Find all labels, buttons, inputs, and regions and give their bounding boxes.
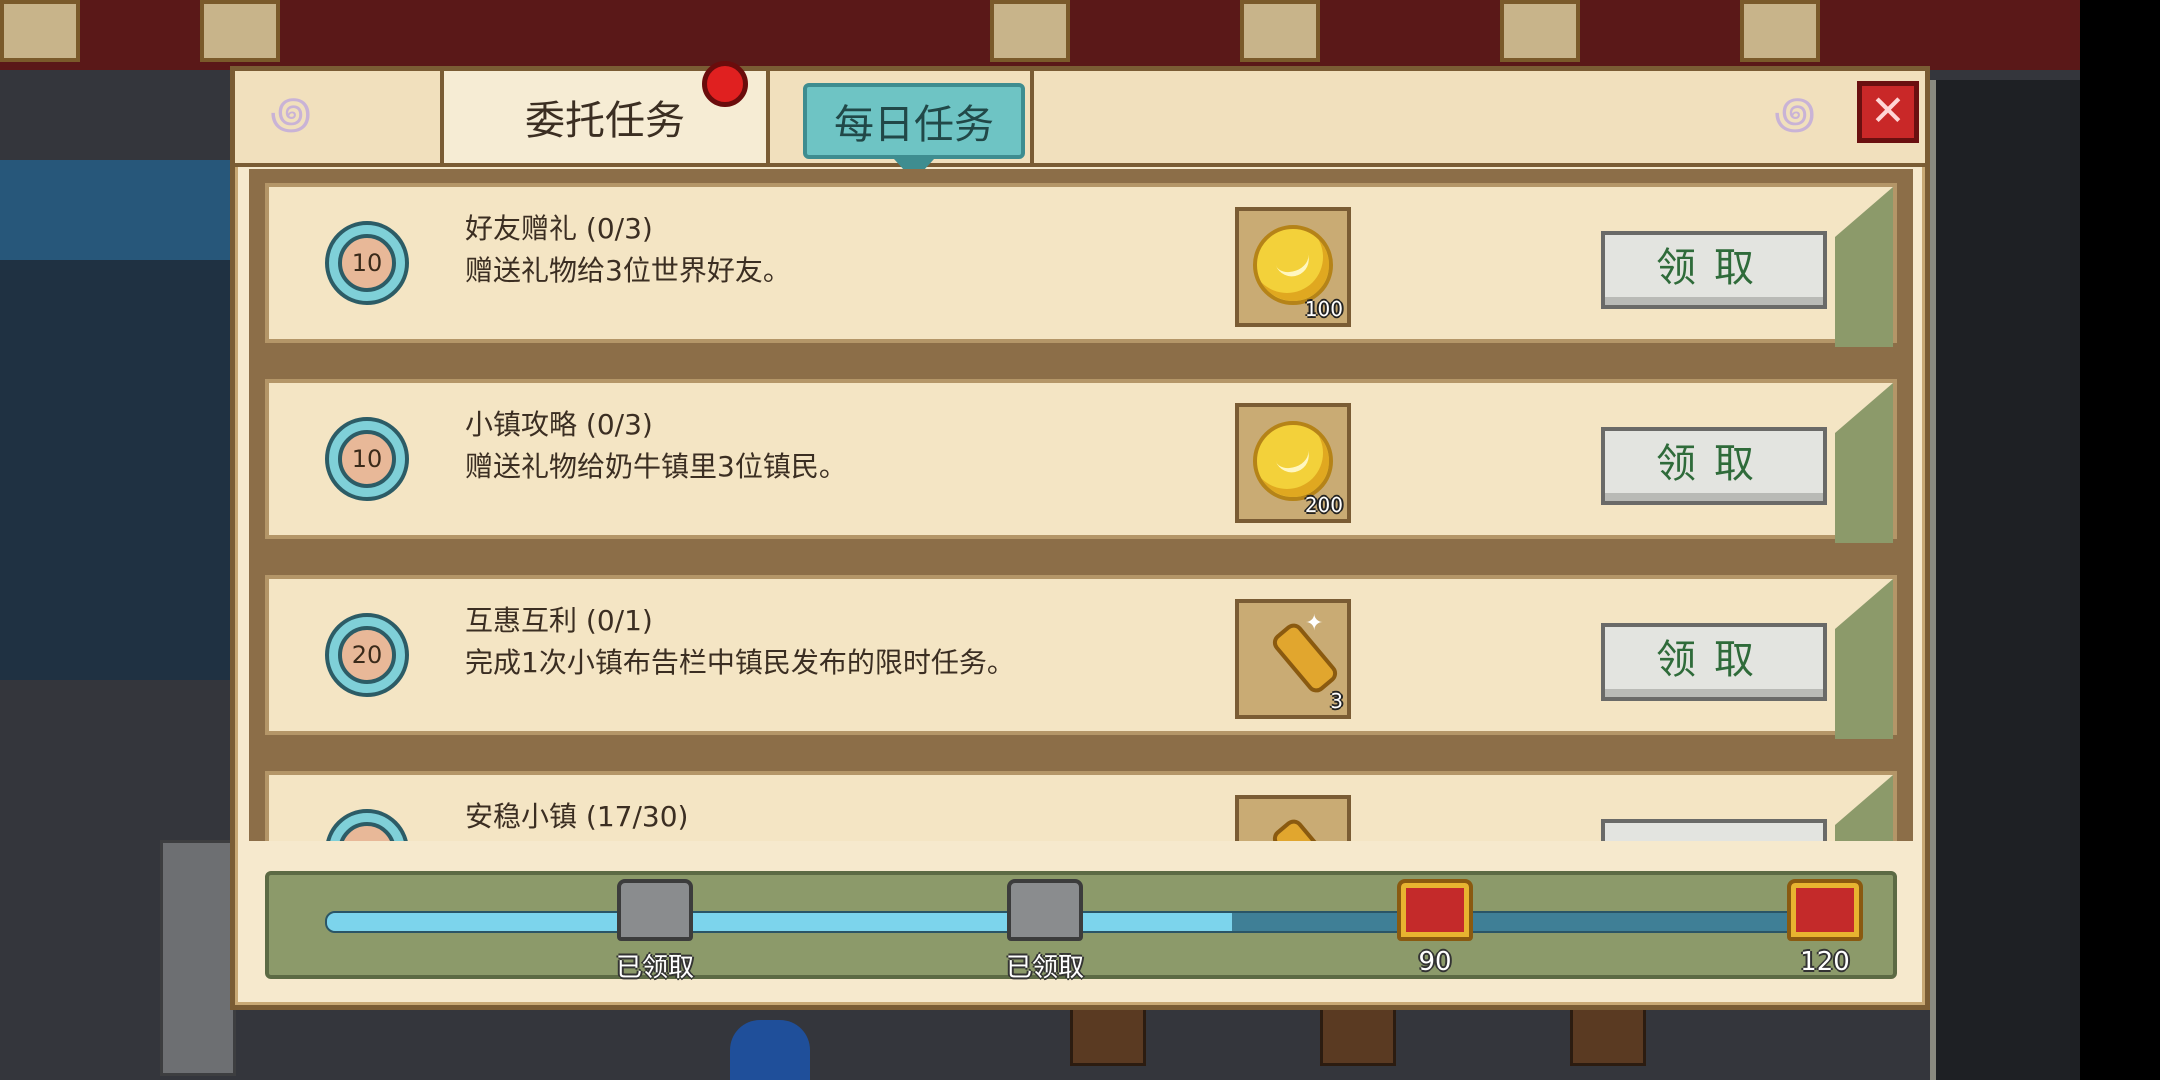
reward-chest-opened[interactable] bbox=[617, 879, 693, 941]
milestone-label: 已领取 bbox=[1005, 953, 1084, 983]
gold-coin-icon bbox=[1253, 421, 1333, 501]
task-description: 赠送礼物给奶牛镇里3位镇民。 bbox=[465, 450, 847, 483]
task-description: 赠送礼物给3位世界好友。 bbox=[465, 254, 791, 287]
swirl-ornament-icon: ꩜ bbox=[270, 88, 312, 139]
task-description: 完成1次小镇布告栏中镇民发布的限时任务。 bbox=[465, 646, 1015, 679]
task-title: 好友赠礼 (0/3) bbox=[465, 212, 653, 245]
task-title: 安稳小镇 (17/30) bbox=[465, 800, 689, 833]
task-row: 20 互惠互利 (0/1) 完成1次小镇布告栏中镇民发布的限时任务。 ✦ 3 领… bbox=[265, 575, 1897, 739]
task-row: 10 好友赠礼 (0/3) 赠送礼物给3位世界好友。 100 领取 bbox=[265, 183, 1897, 347]
side-room bbox=[1930, 80, 2086, 1080]
reward-count: 200 bbox=[1304, 493, 1343, 517]
dialog-header: ꩜ 委托任务 每日任务 ꩜ ✕ bbox=[235, 61, 1925, 167]
top-wall bbox=[0, 0, 2080, 70]
window bbox=[990, 0, 1070, 62]
reward-slot[interactable]: 200 bbox=[1235, 403, 1351, 523]
window bbox=[1240, 0, 1320, 62]
tab-divider bbox=[1030, 71, 1034, 163]
task-title: 互惠互利 (0/1) bbox=[465, 604, 653, 637]
claim-button[interactable] bbox=[1601, 819, 1827, 841]
reward-slot[interactable]: ✦ 3 bbox=[1235, 599, 1351, 719]
window bbox=[200, 0, 280, 62]
milestone-label: 90 bbox=[1418, 947, 1452, 977]
screen-edge bbox=[2080, 0, 2160, 1080]
window bbox=[1740, 0, 1820, 62]
points-badge bbox=[325, 809, 409, 841]
milestone-label: 已领取 bbox=[615, 953, 694, 983]
points-value bbox=[338, 822, 396, 841]
claim-button[interactable]: 领取 bbox=[1601, 231, 1827, 309]
gold-scroll-icon bbox=[1268, 815, 1342, 841]
task-list[interactable]: 10 好友赠礼 (0/3) 赠送礼物给3位世界好友。 100 领取 10 小镇攻… bbox=[249, 169, 1913, 841]
tab-label: 委托任务 bbox=[525, 98, 685, 144]
reward-count: 3 bbox=[1330, 689, 1343, 713]
reward-count: 100 bbox=[1304, 297, 1343, 321]
window bbox=[1500, 0, 1580, 62]
task-title: 小镇攻略 (0/3) bbox=[465, 408, 653, 441]
reward-chest-opened[interactable] bbox=[1007, 879, 1083, 941]
corner-decoration bbox=[1835, 383, 1893, 543]
sparkle-icon: ✦ bbox=[1305, 611, 1324, 636]
progress-fill bbox=[327, 913, 1232, 931]
reward-chest-locked[interactable] bbox=[1787, 879, 1863, 941]
activity-progress: 已领取 已领取 90 120 bbox=[265, 871, 1897, 983]
corner-decoration bbox=[1835, 775, 1893, 841]
swirl-ornament-icon: ꩜ bbox=[1774, 88, 1816, 139]
milestone-label: 120 bbox=[1800, 947, 1850, 977]
points-value: 10 bbox=[338, 234, 396, 292]
tab-label: 每日任务 bbox=[834, 102, 994, 148]
office-wall bbox=[0, 160, 240, 260]
close-icon: ✕ bbox=[1870, 86, 1906, 135]
corner-decoration bbox=[1835, 579, 1893, 739]
claim-button[interactable]: 领取 bbox=[1601, 623, 1827, 701]
claim-button[interactable]: 领取 bbox=[1601, 427, 1827, 505]
task-row: 安稳小镇 (17/30) bbox=[265, 771, 1897, 841]
points-badge: 10 bbox=[325, 417, 409, 501]
corner-decoration bbox=[1835, 187, 1893, 347]
points-value: 20 bbox=[338, 626, 396, 684]
task-dialog: ꩜ 委托任务 每日任务 ꩜ ✕ 10 好友赠礼 (0/3) 赠送礼物给3位世界好… bbox=[230, 61, 1930, 1010]
blue-chair bbox=[730, 1020, 810, 1080]
reward-slot[interactable] bbox=[1235, 795, 1351, 841]
close-button[interactable]: ✕ bbox=[1857, 81, 1919, 143]
points-badge: 20 bbox=[325, 613, 409, 697]
points-badge: 10 bbox=[325, 221, 409, 305]
filing-cabinet bbox=[160, 840, 236, 1076]
reward-slot[interactable]: 100 bbox=[1235, 207, 1351, 327]
reward-chest-locked[interactable] bbox=[1397, 879, 1473, 941]
task-row: 10 小镇攻略 (0/3) 赠送礼物给奶牛镇里3位镇民。 200 领取 bbox=[265, 379, 1897, 543]
notification-dot bbox=[702, 61, 748, 107]
tab-daily-tasks[interactable]: 每日任务 bbox=[803, 83, 1025, 159]
window bbox=[0, 0, 80, 62]
points-value: 10 bbox=[338, 430, 396, 488]
gold-coin-icon bbox=[1253, 225, 1333, 305]
